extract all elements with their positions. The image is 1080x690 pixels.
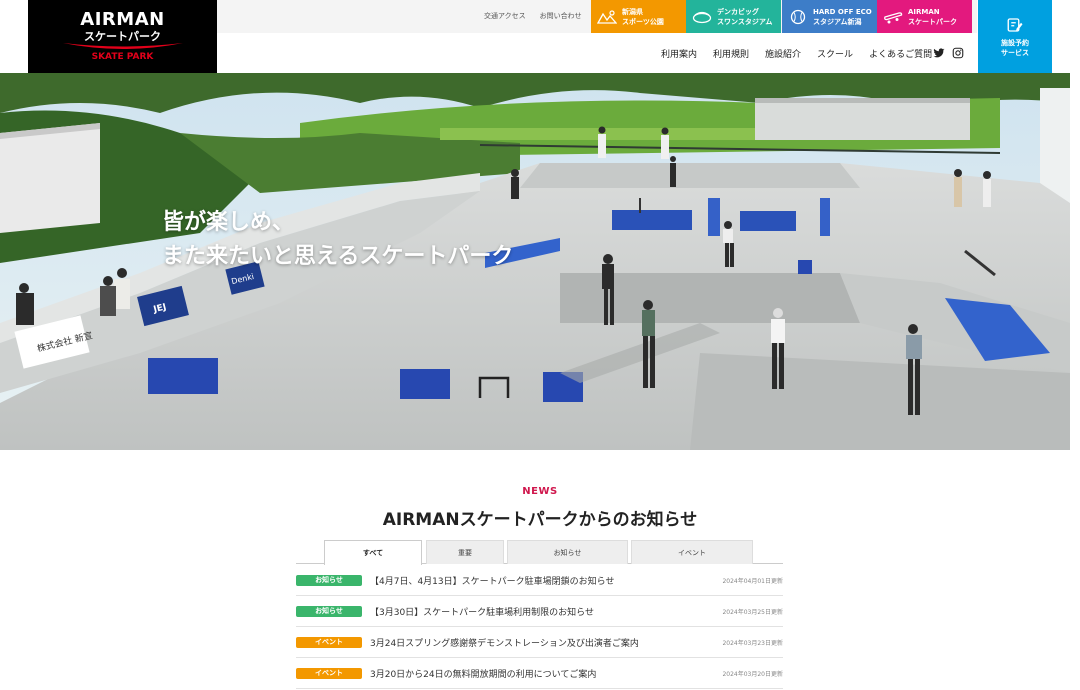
news-kicker: NEWS [522, 486, 558, 497]
main-nav: 利用案内 利用規則 施設紹介 スクール よくあるご質問 [661, 47, 932, 60]
nav-item-faq[interactable]: よくあるご質問 [869, 47, 932, 60]
venue-label: デンカビッグ スワンスタジアム [717, 7, 773, 26]
logo-wordmark: AIRMAN [80, 9, 165, 30]
contact-link[interactable]: お問い合わせ [540, 11, 582, 21]
tab-important[interactable]: 重要 [426, 540, 504, 564]
news-item-date: 2024年04月01日更新 [722, 577, 783, 585]
news-section-title: AIRMANスケートパークからのお知らせ [382, 510, 698, 530]
instagram-icon[interactable] [952, 47, 964, 59]
access-link[interactable]: 交通アクセス [484, 11, 526, 21]
news-tabs: すべて 重要 お知らせ イベント [296, 540, 783, 565]
hero-tagline-line1: 皆が楽しめ、 [162, 210, 295, 235]
category-badge: お知らせ [296, 605, 362, 617]
booking-label: 施設予約 サービス [1001, 38, 1029, 57]
nav-item-guide[interactable]: 利用案内 [661, 47, 697, 60]
news-item[interactable]: イベント 3月20日から24日の無料開放期間の利用についてご案内 2024年03… [296, 658, 783, 689]
tab-notice[interactable]: お知らせ [507, 540, 628, 564]
hero-tagline: 皆が楽しめ、 また来たいと思えるスケートパーク [162, 206, 513, 274]
twitter-icon[interactable] [933, 47, 945, 59]
category-badge: お知らせ [296, 574, 362, 586]
site-logo[interactable]: AIRMAN スケートパーク SKATE PARK [28, 0, 217, 73]
nav-item-rules[interactable]: 利用規則 [713, 47, 749, 60]
venue-link-big-swan[interactable]: デンカビッグ スワンスタジアム [686, 0, 781, 33]
news-item-date: 2024年03月23日更新 [722, 639, 783, 647]
venue-label: HARD OFF ECO スタジアム新潟 [813, 7, 872, 26]
news-item-title[interactable]: 【4月7日、4月13日】スケートパーク駐車場閉鎖のお知らせ [370, 574, 722, 587]
skatepark-photo: 株式会社 新宣 JEJ Denki [0, 73, 1070, 450]
park-icon [597, 9, 617, 24]
tab-event[interactable]: イベント [631, 540, 753, 564]
logo-subtitle: スケートパーク [84, 30, 161, 43]
news-item-title[interactable]: 【3月30日】スケートパーク駐車場利用制限のお知らせ [370, 605, 722, 618]
news-item-title[interactable]: 3月24日スプリング感謝祭デモンストレーション及び出演者ご案内 [370, 636, 722, 649]
skateboard-icon [884, 11, 903, 23]
social-links [933, 47, 964, 59]
booking-service-button[interactable]: 施設予約 サービス [978, 0, 1052, 73]
news-item[interactable]: イベント 3月24日スプリング感謝祭デモンストレーション及び出演者ご案内 202… [296, 627, 783, 658]
news-item[interactable]: お知らせ 【3月30日】スケートパーク駐車場利用制限のお知らせ 2024年03月… [296, 596, 783, 627]
category-badge: イベント [296, 636, 362, 648]
venue-link-airman[interactable]: AIRMAN スケートパーク [877, 0, 972, 33]
news-item-date: 2024年03月25日更新 [722, 608, 783, 616]
nav-item-facilities[interactable]: 施設紹介 [765, 47, 801, 60]
news-item-title[interactable]: 3月20日から24日の無料開放期間の利用についてご案内 [370, 667, 722, 680]
news-item[interactable]: お知らせ 【4月7日、4月13日】スケートパーク駐車場閉鎖のお知らせ 2024年… [296, 565, 783, 596]
news-item-date: 2024年03月20日更新 [722, 670, 783, 678]
nav-item-school[interactable]: スクール [817, 47, 853, 60]
venue-link-hard-off-eco[interactable]: HARD OFF ECO スタジアム新潟 [782, 0, 877, 33]
venue-link-sports-park[interactable]: 新潟県 スポーツ公園 [591, 0, 686, 33]
logo-skatepark: SKATE PARK [91, 52, 154, 62]
utility-links: 交通アクセス お問い合わせ [484, 11, 582, 21]
hero-tagline-line2: また来たいと思えるスケートパーク [162, 244, 514, 269]
venue-label: 新潟県 スポーツ公園 [622, 7, 664, 26]
stadium-icon [692, 11, 712, 23]
category-badge: イベント [296, 667, 362, 679]
venue-label: AIRMAN スケートパーク [908, 7, 957, 26]
hero-image: 株式会社 新宣 JEJ Denki 皆が楽しめ、 また来たいと思えるスケートパー… [0, 73, 1070, 450]
tab-all[interactable]: すべて [324, 540, 422, 565]
edit-icon [1007, 17, 1023, 32]
baseball-icon [790, 9, 806, 24]
